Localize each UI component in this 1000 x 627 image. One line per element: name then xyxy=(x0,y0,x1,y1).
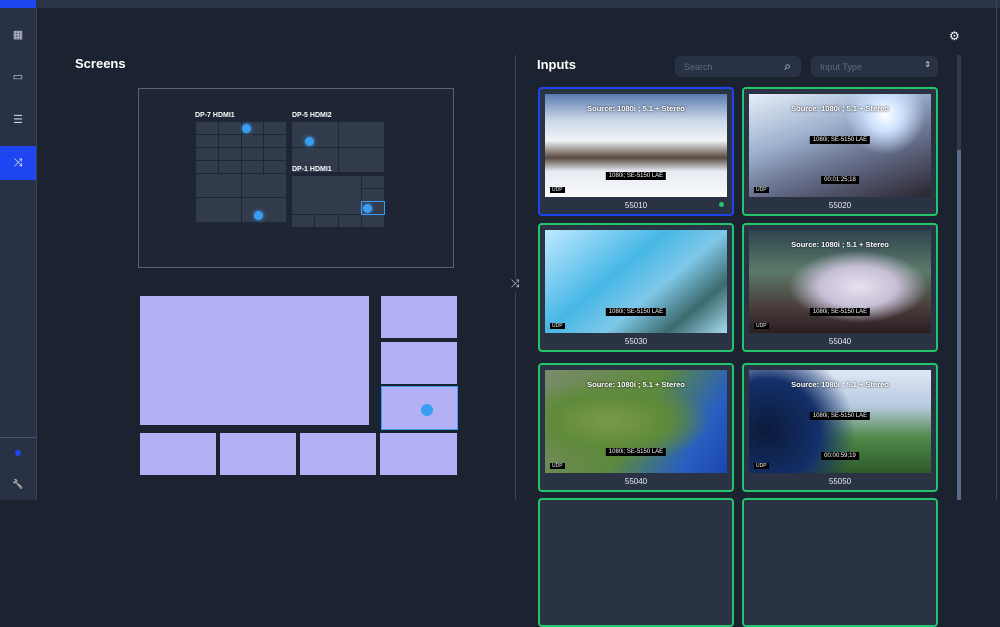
input-preview: Source: 1080i ; 5.1 + Stereo 1080i; SE-51… xyxy=(545,370,727,473)
input-preview: Source: 1080i ; 5.1 + Stereo 1080i; SE-51… xyxy=(545,94,727,197)
screens-title: Screens xyxy=(75,56,126,71)
monitor-icon[interactable]: ▭ xyxy=(0,60,36,92)
layout-tile-selected[interactable] xyxy=(381,386,458,430)
input-card[interactable]: 1080i; SE-5150 LAE UDP 55030 xyxy=(538,223,734,352)
input-card[interactable]: Source: 1080i ; 5.1 + Stereo 1080i; SE-51… xyxy=(538,363,734,492)
chevron-updown-icon: ⇕ xyxy=(924,60,931,69)
layout-tile[interactable] xyxy=(220,433,296,475)
top-bar xyxy=(0,0,1000,8)
speaker-icon[interactable] xyxy=(363,204,372,213)
wrench-icon[interactable]: 🔧 xyxy=(0,468,36,500)
speaker-icon[interactable] xyxy=(254,211,263,220)
source-overlay: Source: 1080i ; 5.1 + Stereo xyxy=(791,380,889,389)
sidebar-divider xyxy=(0,437,36,438)
display-label: DP-1 HDMI1 xyxy=(292,166,332,173)
input-type-placeholder: Input Type xyxy=(820,62,862,72)
input-id: 55040 xyxy=(624,477,648,486)
input-id: 55020 xyxy=(828,201,852,210)
input-card[interactable]: Source: 1080i ; 5.1 + Stereo 1080i; SE-51… xyxy=(742,87,938,216)
input-preview: 1080i; SE-5150 LAE UDP xyxy=(545,230,727,333)
input-card[interactable] xyxy=(742,498,938,627)
display-dp5[interactable] xyxy=(292,122,384,172)
udp-badge: UDP xyxy=(550,187,565,193)
search-input[interactable]: Search ⌕ xyxy=(675,56,801,77)
input-card[interactable]: Source: 1080i ; 5.1 + Stereo 1080i; SE-51… xyxy=(538,87,734,216)
speaker-icon[interactable] xyxy=(421,404,433,416)
input-id: 55050 xyxy=(828,477,852,486)
source-overlay: Source: 1080i ; 5.1 + Stereo xyxy=(587,380,685,389)
window-edge xyxy=(996,0,997,500)
layout-tile[interactable] xyxy=(300,433,376,475)
udp-badge: UDP xyxy=(754,463,769,469)
top-bar-active-indicator xyxy=(0,0,36,8)
caption-overlay: 1080i; SE-5150 LAE xyxy=(809,308,871,316)
caption-overlay: 1080i; SE-5150 LAE xyxy=(605,308,667,316)
udp-badge: UDP xyxy=(550,323,565,329)
search-placeholder: Search xyxy=(684,62,713,72)
sidebar: ▦ ▭ ☰ ⤨ 🔧 xyxy=(0,8,37,500)
input-card[interactable]: Source: 1080i ; 5.1 + Stereo 1080i; SE-51… xyxy=(742,363,938,492)
inputs-title: Inputs xyxy=(537,57,576,72)
layout-tile-main[interactable] xyxy=(140,296,369,425)
gear-icon[interactable]: ⚙ xyxy=(949,29,960,43)
status-dot-icon xyxy=(15,450,21,456)
display-dp7[interactable] xyxy=(196,122,286,222)
caption-overlay: 1080i; SE-5150 LAE xyxy=(605,172,667,180)
udp-badge: UDP xyxy=(754,187,769,193)
display-label: DP-7 HDMI1 xyxy=(195,112,235,119)
input-card[interactable] xyxy=(538,498,734,627)
speaker-icon[interactable] xyxy=(242,124,251,133)
scrollbar-thumb[interactable] xyxy=(957,150,961,500)
udp-badge: UDP xyxy=(550,463,565,469)
input-preview: Source: 1080i ; 5.1 + Stereo 1080i; SE-51… xyxy=(749,370,931,473)
input-type-select[interactable]: Input Type ⇕ xyxy=(811,56,938,77)
source-overlay: Source: 1080i ; 5.1 + Stereo xyxy=(587,104,685,113)
swap-icon[interactable]: ⤨ xyxy=(508,278,522,292)
source-overlay: Source: 1080i ; 5.1 + Stereo xyxy=(791,104,889,113)
layout-tile[interactable] xyxy=(381,342,457,384)
input-preview: Source: 1080i ; 5.1 + Stereo 1080i; SE-51… xyxy=(749,94,931,197)
caption-overlay: 1080i; SE-5150 LAE xyxy=(809,412,871,420)
server-icon[interactable]: ☰ xyxy=(0,103,36,135)
screen-overview: DP-7 HDMI1 DP-5 HDMI2 DP-1 HDMI1 xyxy=(138,88,454,268)
input-card[interactable]: Source: 1080i ; 5.1 + Stereo 1080i; SE-51… xyxy=(742,223,938,352)
display-dp1[interactable] xyxy=(292,176,386,227)
input-id: 55010 xyxy=(624,201,648,210)
search-icon[interactable]: ⌕ xyxy=(784,59,791,74)
shuffle-icon[interactable]: ⤨ xyxy=(0,146,36,180)
layout-tile[interactable] xyxy=(381,296,457,338)
caption-overlay: 1080i; SE-5150 LAE xyxy=(605,448,667,456)
caption-overlay: 1080i; SE-5150 LAE xyxy=(809,136,871,144)
timecode-overlay: 00:00:59;19 xyxy=(821,452,859,460)
layout-tile[interactable] xyxy=(140,433,216,475)
display-label: DP-5 HDMI2 xyxy=(292,112,332,119)
speaker-icon[interactable] xyxy=(305,137,314,146)
input-preview: Source: 1080i ; 5.1 + Stereo 1080i; SE-51… xyxy=(749,230,931,333)
grid-icon[interactable]: ▦ xyxy=(0,18,36,50)
live-status-dot xyxy=(719,202,724,207)
input-id: 55030 xyxy=(624,337,648,346)
input-id: 55040 xyxy=(828,337,852,346)
layout-tile[interactable] xyxy=(380,433,457,475)
source-overlay: Source: 1080i ; 5.1 + Stereo xyxy=(791,240,889,249)
timecode-overlay: 00:01:25;18 xyxy=(821,176,859,184)
udp-badge: UDP xyxy=(754,323,769,329)
